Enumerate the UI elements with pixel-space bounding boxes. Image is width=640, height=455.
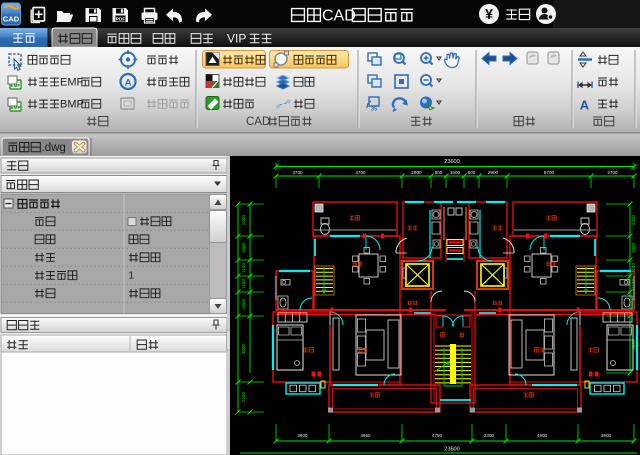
svg-text:23600: 23600	[444, 447, 460, 453]
svg-text:8700: 8700	[544, 170, 555, 175]
svg-text:1800: 1800	[241, 242, 246, 253]
svg-text:4950: 4950	[360, 433, 371, 438]
svg-text:1100: 1100	[241, 263, 246, 273]
svg-text:1600: 1600	[450, 170, 461, 175]
svg-text:A: A	[125, 78, 132, 89]
svg-text:2300: 2300	[484, 433, 495, 438]
svg-text:23600: 23600	[444, 159, 460, 165]
svg-text:CAD: CAD	[322, 7, 356, 24]
svg-text:BMP: BMP	[60, 98, 84, 110]
svg-text:1100: 1100	[241, 279, 246, 289]
svg-text:800: 800	[468, 170, 476, 175]
svg-text:2900: 2900	[411, 170, 422, 175]
svg-text:4700: 4700	[355, 170, 366, 175]
svg-text:3600: 3600	[297, 433, 308, 438]
svg-text:1: 1	[129, 271, 135, 282]
svg-text:2400: 2400	[241, 214, 246, 225]
svg-text:4900: 4900	[537, 433, 548, 438]
svg-text:1800: 1800	[631, 242, 636, 253]
svg-text:4800: 4800	[241, 343, 246, 354]
svg-text:4750: 4750	[432, 433, 443, 438]
svg-text:3700: 3700	[292, 170, 303, 175]
svg-text:2100: 2100	[241, 391, 246, 402]
svg-text:CAD: CAD	[3, 15, 20, 24]
svg-text:800: 800	[435, 170, 443, 175]
svg-text:2900: 2900	[488, 170, 499, 175]
svg-text:PDF: PDF	[116, 17, 125, 22]
svg-text:¥: ¥	[485, 7, 493, 23]
svg-text:A: A	[580, 98, 590, 113]
svg-text:CAD: CAD	[246, 116, 270, 128]
svg-text:2700: 2700	[607, 170, 618, 175]
svg-text:3800: 3800	[601, 433, 612, 438]
svg-text:35: 35	[371, 107, 377, 113]
svg-text:1800: 1800	[241, 298, 246, 309]
svg-text:EMF: EMF	[60, 76, 84, 88]
svg-text:2400: 2400	[631, 214, 636, 225]
svg-text:.dwg: .dwg	[42, 142, 66, 154]
svg-text:VIP: VIP	[227, 31, 246, 45]
